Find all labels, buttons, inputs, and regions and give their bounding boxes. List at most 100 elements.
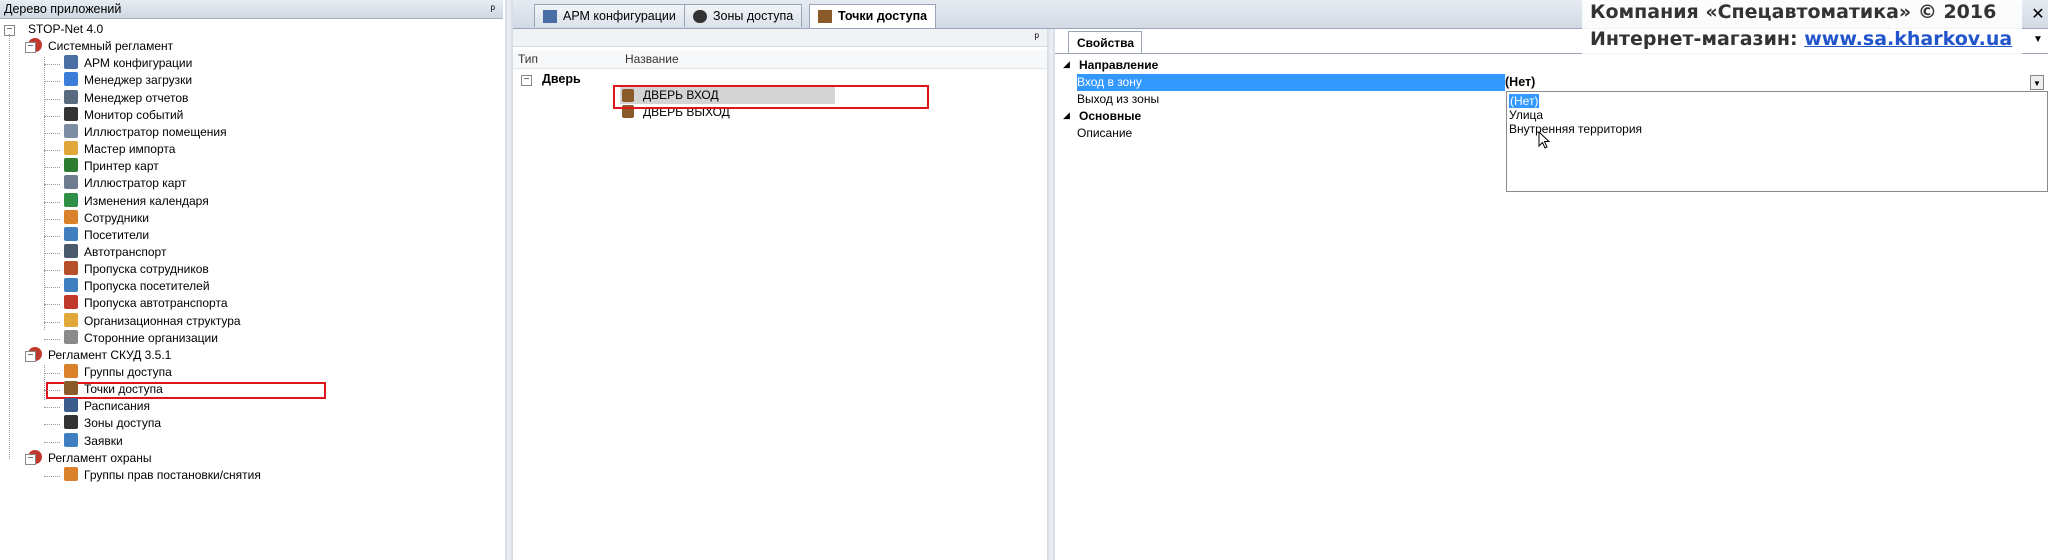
middle-pin-bar: ᵖ [513, 29, 1047, 47]
tree-connector [44, 321, 60, 323]
app-tree-header: Дерево приложений ᵖ [0, 0, 503, 19]
tree-item[interactable]: Расписания [64, 398, 150, 415]
property-description[interactable]: Описание [1077, 125, 1517, 142]
tree-item[interactable]: Зоны доступа [64, 415, 161, 432]
tree-item[interactable]: Иллюстратор карт [64, 175, 186, 192]
tree-item[interactable]: Мастер импорта [64, 141, 175, 158]
report-icon [64, 89, 78, 104]
tree-item[interactable]: Регламент охраны [28, 449, 152, 467]
tree-item[interactable]: Системный регламент [28, 38, 173, 55]
tree-item-label: Системный регламент [48, 39, 174, 54]
tree-item[interactable]: Менеджер отчетов [64, 89, 188, 107]
highlight-box-door-entry [613, 85, 929, 109]
property-exit-zone[interactable]: Выход из зоны [1077, 91, 1517, 108]
collapse-group-toggle[interactable]: − [521, 75, 532, 86]
watermark-shop-link[interactable]: www.sa.kharkov.ua [1804, 28, 2012, 50]
dropdown-option-internal-territory[interactable]: Внутренняя территория [1509, 122, 1642, 136]
tree-item[interactable]: Пропуска автотранспорта [64, 295, 228, 312]
tree-item[interactable]: Изменения календаря [64, 192, 209, 210]
tree-item[interactable]: Пропуска посетителей [64, 278, 210, 295]
tab-access-zones[interactable]: Зоны доступа [684, 4, 803, 27]
tree-item-label: Монитор событий [84, 107, 184, 122]
tree-connector [44, 64, 60, 66]
tree-item[interactable]: Принтер карт [64, 158, 159, 175]
tree-item[interactable]: Группы прав постановки/снятия [64, 466, 261, 484]
tree-collapse-toggle[interactable]: − [25, 42, 36, 54]
tree-item[interactable]: Посетители [64, 226, 149, 244]
tree-connector [44, 390, 60, 392]
watermark-shop-label: Интернет-магазин: [1590, 28, 1805, 50]
event-monitor-icon [64, 106, 78, 121]
tab-access-points[interactable]: Точки доступа [809, 4, 937, 28]
tree-connector [44, 167, 60, 169]
tree-collapse-toggle[interactable]: − [25, 350, 36, 362]
tree-connector [44, 184, 60, 186]
property-label-entry-zone: Вход в зону [1077, 75, 1142, 89]
org-structure-icon [64, 312, 78, 327]
tree-connector [44, 270, 60, 272]
pin-icon[interactable]: ᵖ [1034, 30, 1039, 44]
property-entry-zone[interactable]: Вход в зону [1077, 74, 1505, 91]
app-tree-title: Дерево приложений [4, 2, 122, 16]
tree-item-label: Изменения календаря [84, 193, 209, 208]
third-party-icon [64, 329, 78, 344]
tree-connector [44, 150, 60, 152]
tree-item-label: Мастер импорта [84, 142, 176, 157]
tree-item[interactable]: Пропуска сотрудников [64, 261, 209, 278]
tree-connector [44, 441, 60, 443]
import-wizard-icon [64, 141, 78, 156]
tree-item-label: Группы прав постановки/снятия [84, 467, 261, 482]
tree-connector [44, 475, 60, 477]
tree-item-label: Регламент СКУД 3.5.1 [48, 347, 172, 362]
tree-item[interactable]: Регламент СКУД 3.5.1 [28, 346, 172, 364]
tree-item-label: Сотрудники [84, 210, 149, 225]
tree-connector [9, 34, 10, 459]
access-point-icon [818, 10, 832, 23]
tree-item[interactable]: Точки доступа [64, 381, 163, 398]
left-splitter[interactable] [505, 0, 513, 560]
pin-icon[interactable]: ᵖ [490, 0, 495, 19]
dropdown-option-street[interactable]: Улица [1509, 108, 1543, 122]
entry-zone-value-text: (Нет) [1505, 75, 1536, 89]
tab-label: Точки доступа [838, 9, 928, 23]
tree-item[interactable]: Монитор событий [64, 106, 184, 124]
dropdown-arrow-button[interactable]: ▼ [2030, 75, 2044, 90]
chevron-down-icon[interactable]: ▼ [2030, 34, 2046, 45]
tree-item[interactable]: Иллюстратор помещения [64, 123, 227, 141]
access-zones-icon [64, 415, 78, 430]
tree-item-label: Пропуска автотранспорта [84, 296, 228, 311]
group-label-door: Дверь [542, 72, 581, 86]
tree-item-label: Организационная структура [84, 313, 241, 328]
tree-item-label: STOP-Net 4.0 [28, 22, 104, 36]
tree-connector [44, 304, 60, 306]
tree-item-label: Зоны доступа [84, 416, 161, 431]
tree-item-label: Регламент охраны [48, 450, 152, 465]
tree-connector [44, 115, 60, 117]
tree-item[interactable]: АРМ конфигурации [64, 55, 192, 72]
tab-properties[interactable]: Свойства [1068, 31, 1142, 53]
column-header-type[interactable]: Тип [518, 52, 538, 66]
tree-collapse-toggle[interactable]: − [25, 453, 36, 465]
tree-item[interactable]: Автотранспорт [64, 243, 166, 261]
property-value-entry-zone[interactable]: (Нет) [1505, 74, 2042, 91]
visitors-icon [64, 226, 78, 241]
tree-item[interactable]: Заявки [64, 432, 123, 450]
tree-item[interactable]: Организационная структура [64, 312, 241, 330]
dropdown-option-none[interactable]: (Нет) [1509, 94, 1540, 108]
tree-connector [44, 373, 60, 374]
tree-item-label: Пропуска сотрудников [84, 262, 209, 277]
room-illustrator-icon [64, 123, 78, 138]
tree-connector [44, 424, 60, 426]
tree-item[interactable]: Сторонние организации [64, 329, 218, 347]
tree-item[interactable]: Сотрудники [64, 209, 149, 227]
tree-item[interactable]: Группы доступа [64, 364, 172, 381]
tree-item[interactable]: Менеджер загрузки [64, 72, 192, 89]
employees-icon [64, 209, 78, 224]
right-splitter[interactable] [1047, 29, 1055, 560]
tree-item-label: Заявки [84, 433, 123, 448]
close-icon[interactable]: ✕ [2030, 4, 2046, 24]
tree-item-label: Пропуска посетителей [84, 279, 210, 294]
tab-workstation-config[interactable]: АРМ конфигурации [534, 4, 685, 27]
column-header-name[interactable]: Название [625, 52, 679, 66]
tree-item[interactable]: STOP-Net 4.0 [28, 21, 103, 38]
